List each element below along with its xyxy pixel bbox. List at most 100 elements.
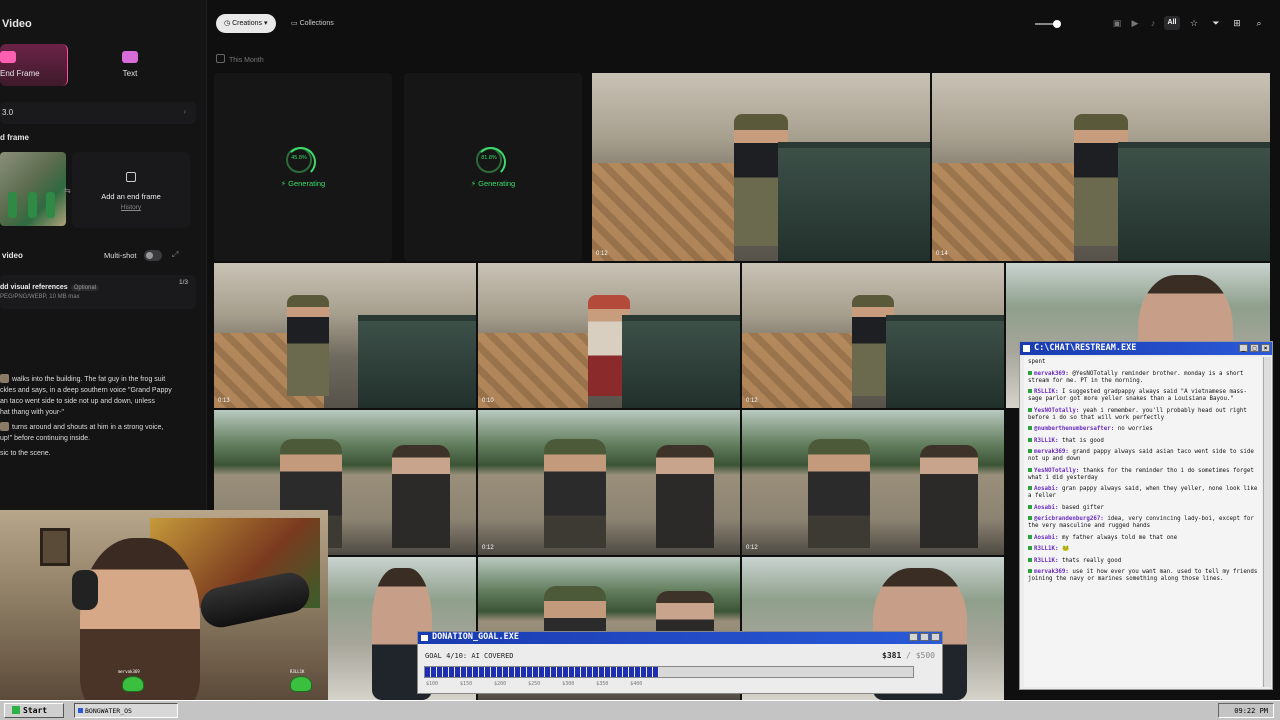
- chat-message: mervak369: grand pappy always said asian…: [1028, 449, 1258, 463]
- character-chip-icon: [0, 422, 9, 431]
- chat-window[interactable]: C:\CHAT\RESTREAM.EXE _ □ × spent mervak36…: [1019, 341, 1273, 690]
- creations-label: Creations: [232, 20, 263, 27]
- video-thumbnail[interactable]: 0:12: [742, 263, 1004, 408]
- donation-goal-window[interactable]: DONATION_GOAL.EXE GOAL 4/10: AI COVERED …: [417, 631, 943, 694]
- end-frame-icon: [0, 51, 16, 63]
- chat-username: R3LL1K:: [1034, 437, 1059, 444]
- donation-tick-label: $400: [630, 681, 643, 687]
- text-mode-icon: [122, 51, 138, 63]
- character-chip-icon: [0, 374, 9, 383]
- woman-figure: [588, 294, 630, 397]
- generating-tile[interactable]: 81.8% ⚡ Generating: [404, 73, 582, 261]
- start-button[interactable]: Start: [4, 703, 64, 718]
- add-end-frame-title: Add an end frame: [101, 192, 161, 201]
- soldier-figure: [852, 294, 894, 397]
- collections-button[interactable]: ▭ Collections: [283, 14, 342, 33]
- man-in-suit-figure: [656, 444, 714, 548]
- donation-amount: $381 / $500: [882, 651, 935, 660]
- user-badge-icon: [1028, 437, 1032, 442]
- grid-icon[interactable]: ⊞: [1231, 17, 1243, 29]
- streamer-figure: [80, 538, 200, 700]
- chat-text: 🐸: [1061, 546, 1070, 552]
- chat-titlebar[interactable]: C:\CHAT\RESTREAM.EXE _ □ ×: [1020, 342, 1272, 355]
- video-thumbnail[interactable]: 0:14: [932, 73, 1270, 261]
- audio-filter-icon[interactable]: ♪: [1147, 17, 1159, 29]
- chat-message: YesNOTotally: yeah i remember. you'll pr…: [1028, 407, 1258, 422]
- refs-title: dd visual references: [0, 284, 68, 291]
- filter-icon[interactable]: ⏷: [1210, 17, 1222, 29]
- section-header[interactable]: This Month: [216, 54, 264, 64]
- all-filter-button[interactable]: All: [1164, 16, 1180, 30]
- donation-max: / $500: [906, 651, 935, 660]
- visual-references[interactable]: dd visual references Optional PEG/PNG/WEB…: [0, 275, 196, 309]
- donation-ticks: $100 $150 $200 $250 $300 $350 $400: [426, 681, 664, 687]
- generating-tile[interactable]: 45.8% ⚡ Generating: [214, 73, 392, 261]
- start-label: Start: [23, 706, 48, 715]
- mode-label: Text: [122, 69, 138, 78]
- minimize-icon[interactable]: [909, 633, 918, 641]
- minimize-icon[interactable]: _: [1239, 344, 1248, 352]
- progress-percent: 81.8%: [481, 155, 497, 161]
- donation-tick-label: $200: [494, 681, 507, 687]
- chat-message: @ericbrandenburg267: idea, very convinci…: [1028, 516, 1258, 530]
- generating-status: ⚡ Generating: [470, 179, 516, 188]
- chat-message: mervak369: @YesNOTotally reminder brothe…: [1028, 370, 1258, 385]
- video-thumbnail[interactable]: 0:13: [214, 263, 476, 408]
- star-icon[interactable]: ☆: [1188, 17, 1200, 29]
- donation-titlebar[interactable]: DONATION_GOAL.EXE: [418, 632, 942, 644]
- video-thumbnail[interactable]: 0:10: [478, 263, 740, 408]
- video-duration: 0:13: [218, 398, 230, 404]
- history-link[interactable]: History: [72, 204, 190, 211]
- swap-icon[interactable]: ⇆: [64, 186, 71, 195]
- chat-scrollbar[interactable]: [1263, 357, 1271, 687]
- video-thumbnail[interactable]: 0:12: [478, 410, 740, 555]
- model-value: 3.0: [2, 108, 14, 117]
- select-all-checkbox[interactable]: [216, 54, 225, 63]
- multishot-toggle[interactable]: [144, 250, 162, 261]
- chat-message: Aosabi: gran pappy always said, when the…: [1028, 486, 1258, 500]
- window-icon: [421, 635, 428, 641]
- add-end-frame-button[interactable]: Add an end frame History: [72, 152, 190, 228]
- close-icon[interactable]: [931, 633, 940, 641]
- video-duration: 0:12: [746, 545, 758, 551]
- close-icon[interactable]: ×: [1261, 344, 1270, 352]
- chat-message: R3LL1K: 🐸: [1028, 546, 1258, 553]
- video-duration: 0:12: [482, 545, 494, 551]
- user-badge-icon: [1028, 389, 1032, 393]
- maximize-icon[interactable]: [920, 633, 929, 641]
- man-in-suit-figure: [392, 444, 450, 548]
- chat-text: gran pappy always said, when they yeller…: [1028, 486, 1258, 499]
- search-icon[interactable]: ⌕: [1253, 17, 1265, 29]
- chat-username: mervak369:: [1034, 569, 1069, 575]
- image-filter-icon[interactable]: ▣: [1111, 17, 1123, 29]
- maximize-icon[interactable]: □: [1250, 344, 1259, 352]
- wall-frame: [40, 528, 70, 566]
- chevron-right-icon: ›: [183, 107, 186, 116]
- user-badge-icon: [1028, 557, 1032, 562]
- model-select[interactable]: 3.0 ›: [0, 102, 196, 124]
- video-filter-icon[interactable]: ▶: [1129, 17, 1141, 29]
- zoom-slider-knob[interactable]: [1053, 20, 1061, 28]
- mode-label: End Frame: [0, 69, 40, 78]
- donation-tick-label: $100: [426, 681, 439, 687]
- prompt-text[interactable]: walks into the building. The fat guy in …: [0, 374, 200, 463]
- video-thumbnail[interactable]: 0:12: [742, 410, 1004, 555]
- collections-label: Collections: [299, 20, 334, 27]
- top-bar: ◷ Creations ▾ ▭ Collections ▣ ▶ ♪ All ☆ …: [207, 0, 1280, 46]
- expand-icon[interactable]: ⤢: [172, 250, 178, 260]
- chat-messages: spent mervak369: @YesNOTotally reminder b…: [1024, 357, 1262, 687]
- video-thumbnail[interactable]: 0:12: [592, 73, 930, 261]
- window-icon: [1023, 345, 1030, 352]
- prompt-line: up!" before continuing inside.: [0, 435, 91, 442]
- chat-username: mervak369:: [1034, 449, 1069, 455]
- refs-count: 1/3: [178, 279, 188, 286]
- mode-end-frame[interactable]: End Frame: [0, 44, 68, 86]
- creations-dropdown[interactable]: ◷ Creations ▾: [216, 14, 276, 33]
- chat-username: RSLLIK:: [1034, 389, 1059, 395]
- mode-text[interactable]: Text: [96, 44, 164, 86]
- zoom-slider[interactable]: [1035, 20, 1061, 28]
- start-frame-thumbnail[interactable]: [0, 152, 66, 226]
- video-duration: 0:12: [746, 398, 758, 404]
- panel-title: Video: [2, 18, 32, 30]
- taskbar-window-button[interactable]: BONGWATER_OS: [74, 703, 178, 718]
